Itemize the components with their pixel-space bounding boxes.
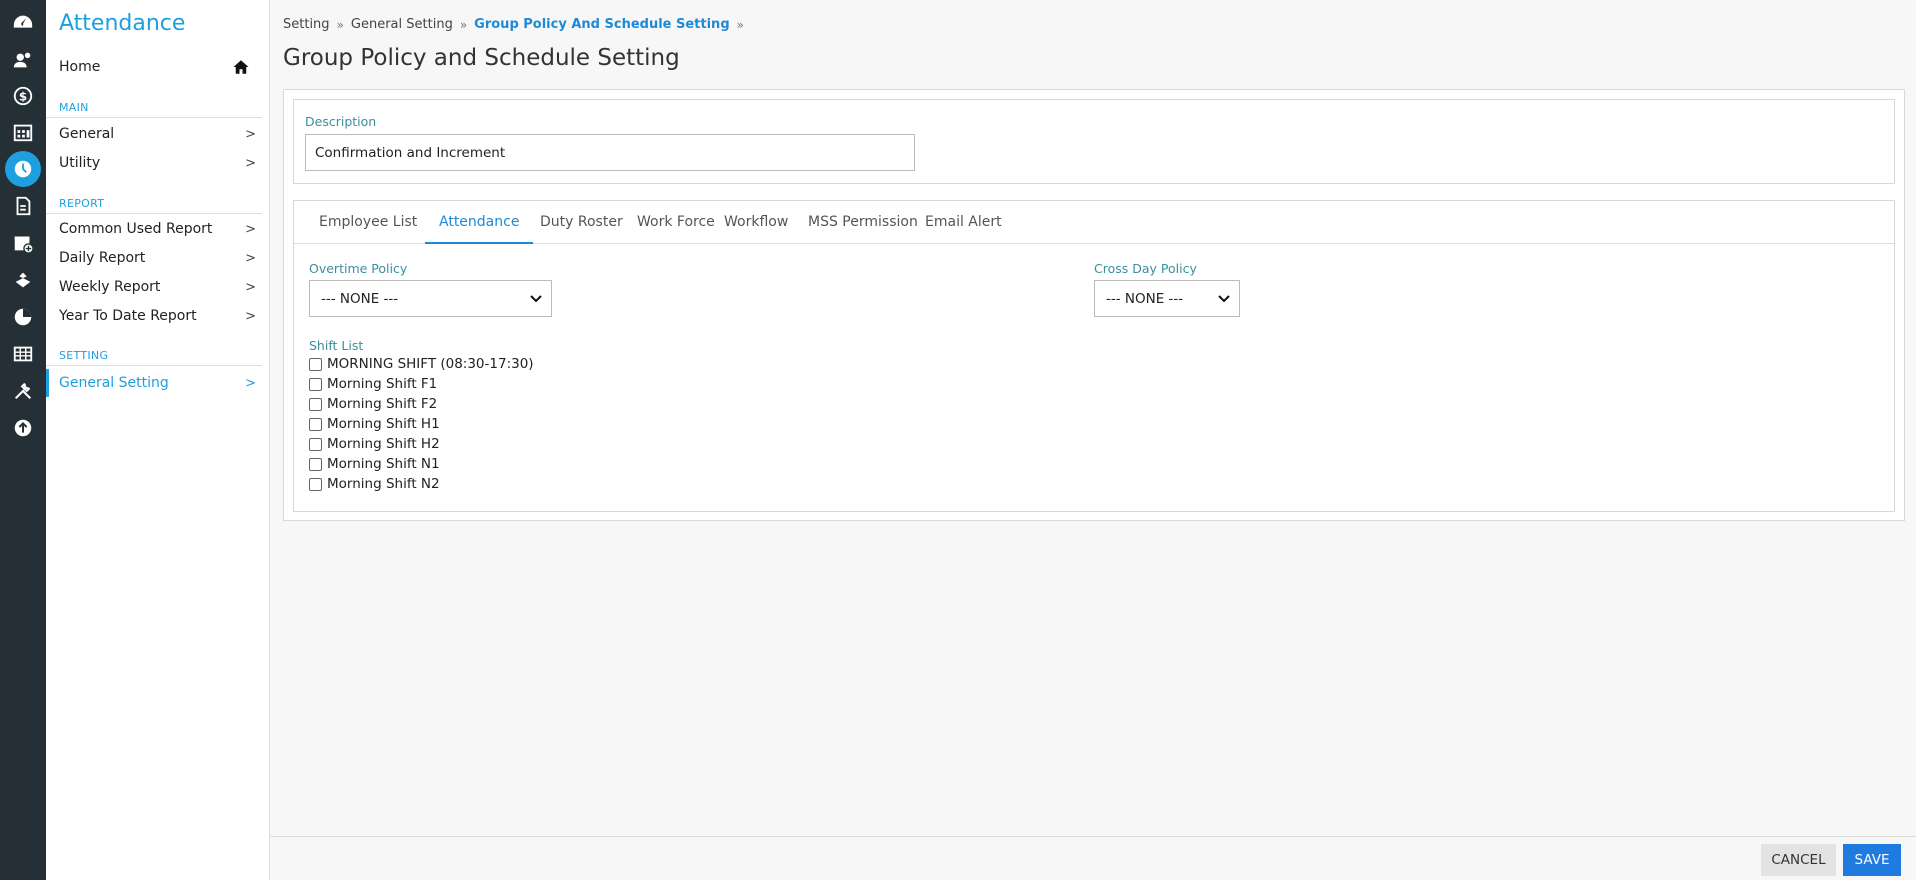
shift-checkbox[interactable] [309, 397, 322, 411]
overtime-policy-label: Overtime Policy [309, 261, 408, 276]
document-icon[interactable] [5, 188, 41, 224]
chevron-right-icon: > [245, 156, 256, 171]
shift-checkbox[interactable] [309, 437, 322, 451]
clock-icon[interactable] [5, 151, 41, 187]
icon-rail: $ [0, 0, 46, 880]
shift-item-label: Morning Shift H2 [327, 436, 440, 452]
sidebar-item-label: General Setting [59, 375, 169, 391]
tools-icon[interactable] [5, 373, 41, 409]
app-title: Attendance [59, 11, 186, 36]
tab-attendance[interactable]: Attendance [425, 201, 534, 244]
section-label-report: REPORT [59, 197, 105, 210]
tab-duty-roster[interactable]: Duty Roster [526, 201, 637, 244]
chevron-down-icon [1218, 295, 1230, 303]
dollar-icon[interactable]: $ [5, 78, 41, 114]
description-section: Description [293, 99, 1895, 184]
shift-item: MORNING SHIFT (08:30-17:30) [309, 354, 534, 374]
breadcrumb-separator: » [336, 17, 344, 32]
chevron-right-icon: > [245, 127, 256, 142]
sidebar-item-utility[interactable]: Utility > [46, 149, 262, 177]
chevron-right-icon: > [245, 280, 256, 295]
shift-item-label: Morning Shift N2 [327, 476, 440, 492]
chevron-right-icon: > [245, 251, 256, 266]
sidebar-item-label: Home [59, 59, 101, 75]
svg-text:$: $ [19, 90, 27, 104]
shift-item: Morning Shift F2 [309, 394, 437, 414]
shift-item-label: Morning Shift F2 [327, 396, 438, 412]
sidebar-item-label: Common Used Report [59, 221, 213, 237]
description-label: Description [305, 114, 377, 129]
sidebar-item-year-to-date-report[interactable]: Year To Date Report > [46, 302, 262, 330]
overtime-policy-value: --- NONE --- [321, 290, 399, 307]
breadcrumb-separator: » [736, 17, 744, 32]
sidebar-item-label: Year To Date Report [59, 308, 197, 324]
cross-day-policy-select[interactable]: --- NONE --- [1094, 280, 1240, 317]
shift-checkbox[interactable] [309, 457, 322, 471]
section-divider [46, 213, 262, 214]
hands-icon[interactable] [5, 262, 41, 298]
cross-day-policy-value: --- NONE --- [1106, 290, 1184, 307]
shift-item: Morning Shift H2 [309, 434, 440, 454]
page-title: Group Policy and Schedule Setting [283, 45, 680, 71]
shift-checkbox[interactable] [309, 477, 322, 491]
chevron-down-icon [530, 295, 542, 303]
calendar-building-icon[interactable] [5, 114, 41, 150]
table-icon[interactable] [5, 336, 41, 372]
shift-item: Morning Shift F1 [309, 374, 437, 394]
sidebar-item-label: Daily Report [59, 250, 146, 266]
cross-day-policy-label: Cross Day Policy [1094, 261, 1197, 276]
breadcrumb-item-general-setting[interactable]: General Setting [351, 17, 453, 32]
section-divider [46, 365, 262, 366]
chevron-right-icon: > [245, 376, 256, 391]
breadcrumb: Setting » General Setting » Group Policy… [283, 17, 744, 32]
main-content: Setting » General Setting » Group Policy… [270, 0, 1916, 880]
sidebar-item-daily-report[interactable]: Daily Report > [46, 244, 262, 272]
description-input[interactable] [305, 134, 915, 171]
sidebar-item-label: Utility [59, 155, 101, 171]
sidebar-item-common-used-report[interactable]: Common Used Report > [46, 215, 262, 243]
breadcrumb-separator: » [459, 17, 468, 32]
tab-container: Employee List Attendance Duty Roster Wor… [293, 200, 1895, 512]
dashboard-icon[interactable] [5, 5, 41, 41]
tab-bar: Employee List Attendance Duty Roster Wor… [294, 201, 1894, 244]
sidebar-item-general[interactable]: General > [46, 120, 262, 148]
sidebar: Attendance Home MAIN General > Utility >… [46, 0, 270, 880]
sidebar-item-label: Weekly Report [59, 279, 161, 295]
shift-checkbox[interactable] [309, 377, 322, 391]
shift-checkbox[interactable] [309, 417, 322, 431]
section-divider [46, 117, 262, 118]
shift-item: Morning Shift H1 [309, 414, 440, 434]
sidebar-item-weekly-report[interactable]: Weekly Report > [46, 273, 262, 301]
shift-list-label: Shift List [309, 338, 364, 353]
form-panel: Description Employee List Attendance Dut… [283, 89, 1905, 521]
breadcrumb-item-current[interactable]: Group Policy And Schedule Setting [474, 17, 729, 32]
overtime-policy-select[interactable]: --- NONE --- [309, 280, 552, 317]
home-icon [233, 60, 249, 74]
section-label-setting: SETTING [59, 349, 109, 362]
sidebar-item-general-setting[interactable]: General Setting > [46, 369, 262, 397]
chevron-right-icon: > [245, 222, 256, 237]
pie-chart-icon[interactable] [5, 299, 41, 335]
breadcrumb-item-setting[interactable]: Setting [283, 17, 330, 32]
shift-item-label: Morning Shift H1 [327, 416, 440, 432]
upload-icon[interactable] [5, 410, 41, 446]
save-button[interactable]: SAVE [1843, 844, 1901, 876]
shift-item-label: MORNING SHIFT (08:30-17:30) [327, 356, 534, 372]
shift-item-label: Morning Shift N1 [327, 456, 440, 472]
shift-item: Morning Shift N1 [309, 454, 440, 474]
shift-checkbox[interactable] [309, 357, 322, 371]
tab-workflow[interactable]: Workflow [710, 201, 802, 244]
tab-employee-list[interactable]: Employee List [305, 201, 431, 244]
sidebar-item-label: General [59, 126, 115, 142]
chevron-right-icon: > [245, 309, 256, 324]
footer-bar: CANCEL SAVE [270, 836, 1916, 880]
shift-item-label: Morning Shift F1 [327, 376, 438, 392]
cancel-button[interactable]: CANCEL [1761, 844, 1836, 876]
calendar-add-icon[interactable] [5, 225, 41, 261]
user-group-icon[interactable] [5, 42, 41, 78]
shift-item: Morning Shift N2 [309, 474, 440, 494]
tab-email-alert[interactable]: Email Alert [911, 201, 1016, 244]
section-label-main: MAIN [59, 101, 89, 114]
sidebar-item-home[interactable]: Home [46, 53, 262, 81]
